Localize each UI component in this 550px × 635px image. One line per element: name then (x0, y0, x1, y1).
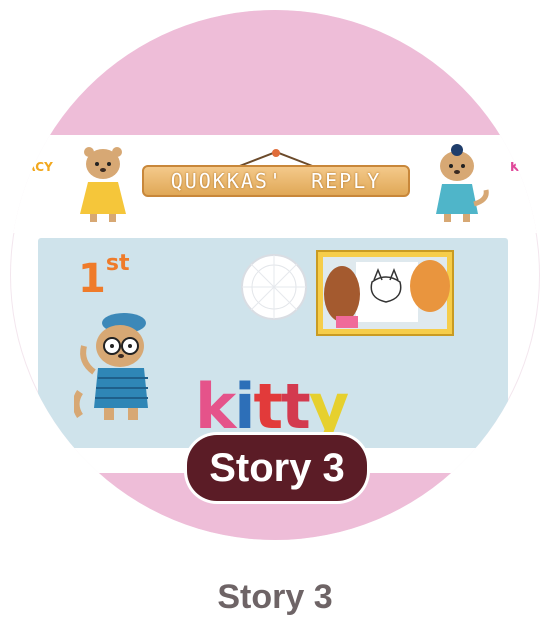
word-letter: t (253, 370, 284, 443)
pink-band-top (10, 10, 540, 135)
rank-suffix: st (105, 250, 130, 276)
rank-label: 1st (78, 251, 129, 302)
quokka-girl-blue-illustration (436, 144, 489, 222)
sign-text: QUOKKAS' REPLY (170, 169, 382, 193)
rank-number: 1 (78, 256, 106, 302)
header-left-text: ACY (26, 160, 53, 174)
quokka-mascot-illustration (74, 313, 148, 420)
kids-drawing-cat-picture (316, 250, 454, 336)
story-badge-text: Story 3 (209, 445, 345, 490)
paper-fan-ornament (241, 254, 307, 320)
story-thumbnail[interactable]: ACY K QUOKKAS' REPLY 1st kitty Story 3 (10, 10, 540, 540)
header-right-text: K (510, 160, 520, 174)
word-letter: k (195, 370, 236, 443)
word-letter: t (281, 370, 311, 443)
title-word: kitty (195, 370, 349, 443)
word-letter: y (308, 370, 349, 443)
word-letter: i (234, 370, 255, 443)
title-sign: QUOKKAS' REPLY (142, 165, 410, 197)
story-badge: Story 3 (187, 435, 367, 501)
quokka-girl-yellow-illustration (80, 147, 126, 222)
story-caption[interactable]: Story 3 (0, 578, 550, 617)
